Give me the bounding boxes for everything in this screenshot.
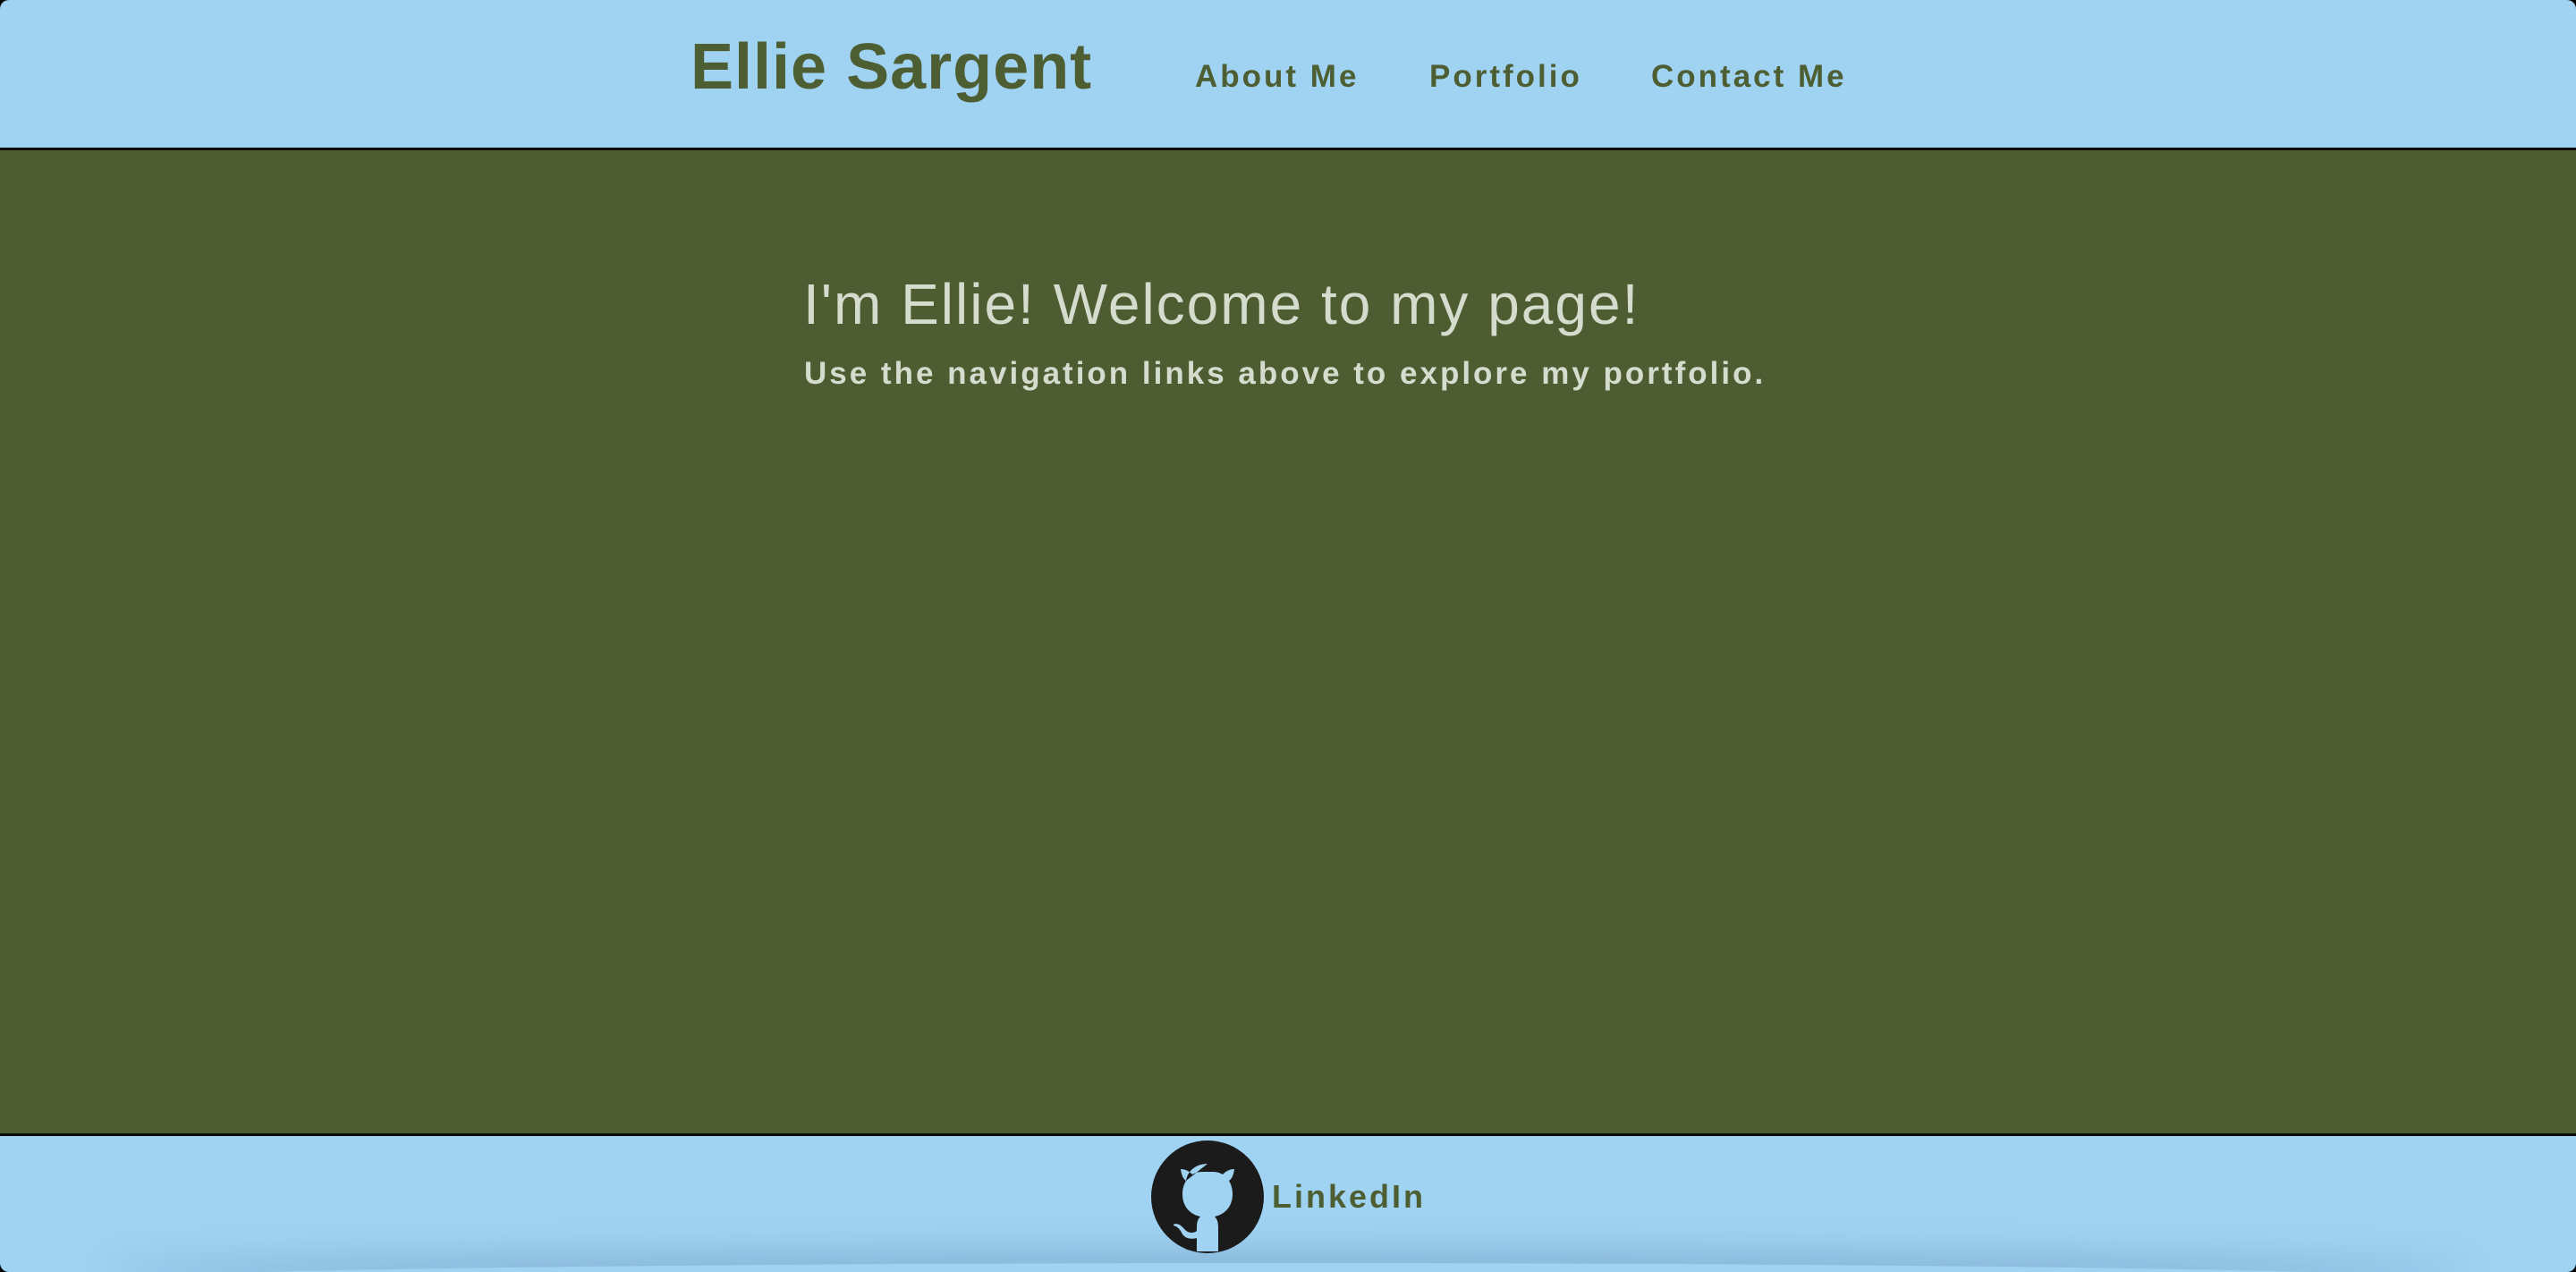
hero-section: I'm Ellie! Welcome to my page! Use the n… (0, 150, 2576, 1133)
github-link[interactable] (1150, 1140, 1265, 1254)
hero-heading: I'm Ellie! Welcome to my page! (803, 272, 1640, 336)
nav-link-about-me[interactable]: About Me (1195, 55, 1359, 98)
hero-subtext: Use the navigation links above to explor… (804, 356, 1767, 391)
github-icon (1151, 1141, 1264, 1253)
nav-link-portfolio[interactable]: Portfolio (1429, 55, 1582, 98)
browser-viewport: Ellie Sargent About Me Portfolio Contact… (0, 0, 2576, 1272)
nav-link-contact-me[interactable]: Contact Me (1651, 55, 1847, 98)
site-title[interactable]: Ellie Sargent (691, 27, 1092, 107)
linkedin-link[interactable]: LinkedIn (1272, 1175, 1426, 1218)
site-header: Ellie Sargent About Me Portfolio Contact… (0, 0, 2576, 150)
site-footer: LinkedIn (0, 1133, 2576, 1272)
footer-shadow (107, 1263, 2469, 1272)
